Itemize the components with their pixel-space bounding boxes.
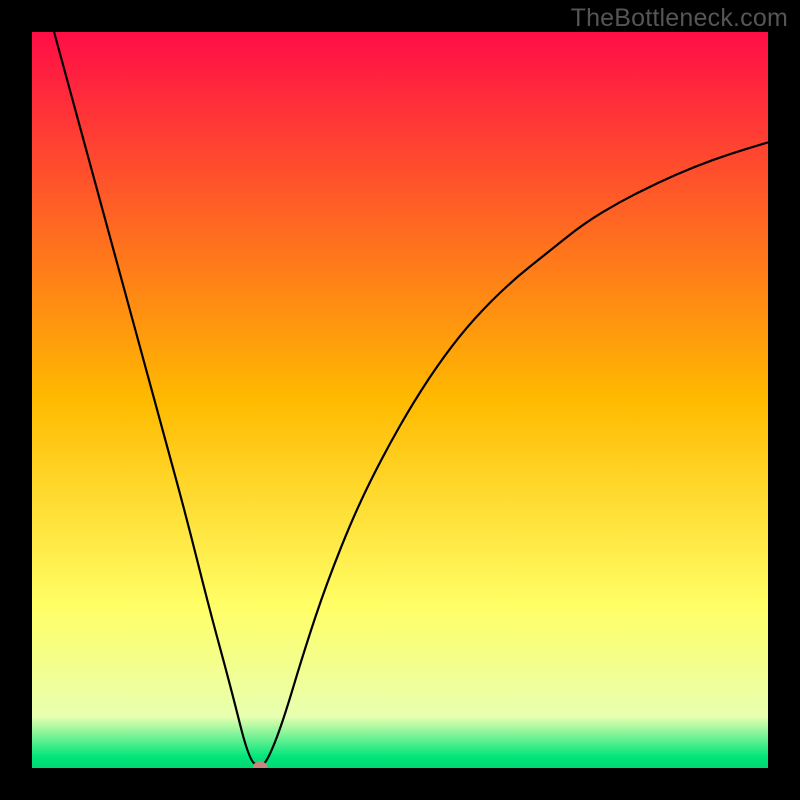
plot-svg — [32, 32, 768, 768]
plot-area — [32, 32, 768, 768]
plot-background — [32, 32, 768, 768]
chart-frame: TheBottleneck.com — [0, 0, 800, 800]
watermark-text: TheBottleneck.com — [571, 4, 788, 33]
